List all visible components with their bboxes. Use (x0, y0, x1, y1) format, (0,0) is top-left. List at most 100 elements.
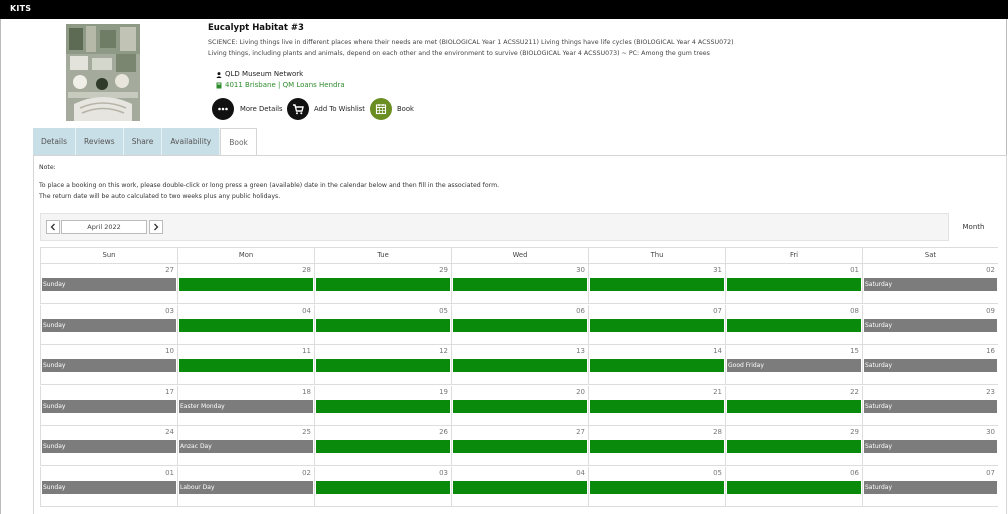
available-date-bar[interactable] (316, 278, 450, 291)
calendar-day-cell[interactable]: 01 (725, 264, 862, 304)
calendar-day-cell[interactable]: 14 (588, 345, 725, 385)
day-number: 30 (576, 266, 585, 274)
available-date-bar[interactable] (590, 399, 724, 413)
prev-month-button[interactable] (46, 220, 60, 234)
available-date-bar[interactable] (316, 318, 450, 332)
calendar-day-cell[interactable]: 08 (725, 304, 862, 345)
calendar-day-cell: 07 Saturday (862, 466, 998, 507)
available-date-bar[interactable] (316, 399, 450, 413)
calendar-day-cell[interactable]: 06 (725, 466, 862, 507)
calendar-day-cell[interactable]: 29 (725, 426, 862, 466)
available-date-bar[interactable] (316, 480, 450, 494)
calendar-day-cell[interactable]: 29 (314, 264, 451, 304)
calendar-day-cell: 03 Sunday (40, 304, 177, 345)
calendar-day-cell: 18 Easter Monday (177, 385, 314, 426)
tab-book[interactable]: Book (220, 128, 257, 155)
calendar-day-cell[interactable]: 28 (177, 264, 314, 304)
available-date-bar[interactable] (590, 359, 724, 372)
add-to-wishlist-button[interactable] (287, 98, 309, 120)
calendar-day-cell[interactable]: 04 (451, 466, 588, 507)
calendar-day-cell[interactable]: 07 (588, 304, 725, 345)
calendar-day-cell[interactable]: 21 (588, 385, 725, 426)
calendar-day-cell[interactable]: 28 (588, 426, 725, 466)
unavailable-date-bar: Saturday (864, 318, 997, 332)
day-number: 05 (713, 468, 722, 477)
calendar-day-cell: 15 Good Friday (725, 345, 862, 385)
month-view-button[interactable]: Month (948, 213, 998, 241)
calendar-day-cell[interactable]: 13 (451, 345, 588, 385)
calendar-day-cell[interactable]: 27 (451, 426, 588, 466)
available-date-bar[interactable] (453, 278, 587, 291)
available-date-bar[interactable] (590, 440, 724, 453)
kit-thumbnail[interactable] (66, 24, 140, 121)
available-date-bar[interactable] (727, 318, 861, 332)
day-number: 15 (850, 347, 859, 355)
add-to-wishlist-label[interactable]: Add To Wishlist (314, 105, 365, 113)
available-date-bar[interactable] (590, 318, 724, 332)
more-details-label[interactable]: More Details (240, 105, 283, 113)
top-bar: KITS (0, 0, 1008, 19)
calendar-day-cell[interactable]: 06 (451, 304, 588, 345)
weekday-wed: Wed (451, 248, 588, 263)
day-number: 10 (165, 347, 174, 355)
day-number: 28 (302, 266, 311, 274)
available-date-bar[interactable] (453, 318, 587, 332)
calendar-day-cell: 16 Saturday (862, 345, 998, 385)
day-number: 12 (439, 347, 448, 355)
calendar-day-cell[interactable]: 05 (588, 466, 725, 507)
available-date-bar[interactable] (453, 480, 587, 494)
available-date-bar[interactable] (590, 480, 724, 494)
available-date-bar[interactable] (453, 359, 587, 372)
available-date-bar[interactable] (179, 278, 313, 291)
calendar-day-cell[interactable]: 03 (314, 466, 451, 507)
day-number: 05 (439, 306, 448, 315)
available-date-bar[interactable] (727, 399, 861, 413)
location-link[interactable]: 4011 Brisbane | QM Loans Hendra (225, 81, 345, 89)
user-icon (216, 72, 222, 78)
kit-description: SCIENCE: Living things live in different… (208, 38, 734, 59)
tab-availability[interactable]: Availability (162, 128, 221, 155)
calendar-day-cell[interactable]: 12 (314, 345, 451, 385)
day-number: 07 (986, 468, 995, 477)
month-display[interactable]: April 2022 (61, 220, 147, 234)
calendar-day-cell[interactable]: 30 (451, 264, 588, 304)
calendar-day-cell[interactable]: 31 (588, 264, 725, 304)
calendar-day-cell: 02 Saturday (862, 264, 998, 304)
weekday-header: Sun Mon Tue Wed Thu Fri Sat (40, 247, 998, 264)
calendar-day-cell: 09 Saturday (862, 304, 998, 345)
book-button[interactable] (370, 98, 392, 120)
tab-reviews[interactable]: Reviews (76, 128, 124, 155)
calendar-day-cell: 24 Sunday (40, 426, 177, 466)
calendar-day-cell[interactable]: 04 (177, 304, 314, 345)
day-number: 17 (165, 387, 174, 396)
calendar-day-cell[interactable]: 11 (177, 345, 314, 385)
calendar-day-cell: 01 Sunday (40, 466, 177, 507)
available-date-bar[interactable] (453, 440, 587, 453)
available-date-bar[interactable] (727, 278, 861, 291)
calendar-day-cell[interactable]: 20 (451, 385, 588, 426)
calendar-day-cell[interactable]: 26 (314, 426, 451, 466)
available-date-bar[interactable] (453, 399, 587, 413)
day-number: 09 (986, 306, 995, 315)
available-date-bar[interactable] (727, 480, 861, 494)
book-icon (216, 82, 222, 89)
available-date-bar[interactable] (727, 440, 861, 453)
more-details-button[interactable] (212, 98, 234, 120)
book-label[interactable]: Book (397, 105, 414, 113)
calendar-day-cell[interactable]: 05 (314, 304, 451, 345)
day-number: 04 (576, 468, 585, 477)
tab-bar: Details Reviews Share Availability Book (33, 128, 257, 155)
available-date-bar[interactable] (316, 440, 450, 453)
calendar-day-cell[interactable]: 19 (314, 385, 451, 426)
tab-share[interactable]: Share (123, 128, 163, 155)
available-date-bar[interactable] (316, 359, 450, 372)
calendar-day-cell: 17 Sunday (40, 385, 177, 426)
available-date-bar[interactable] (590, 278, 724, 291)
available-date-bar[interactable] (179, 359, 313, 372)
available-date-bar[interactable] (179, 318, 313, 332)
tab-details[interactable]: Details (33, 128, 77, 155)
next-month-button[interactable] (149, 220, 163, 234)
unavailable-date-bar: Easter Monday (179, 399, 313, 413)
calendar-day-cell[interactable]: 22 (725, 385, 862, 426)
unavailable-date-bar: Sunday (42, 480, 176, 494)
